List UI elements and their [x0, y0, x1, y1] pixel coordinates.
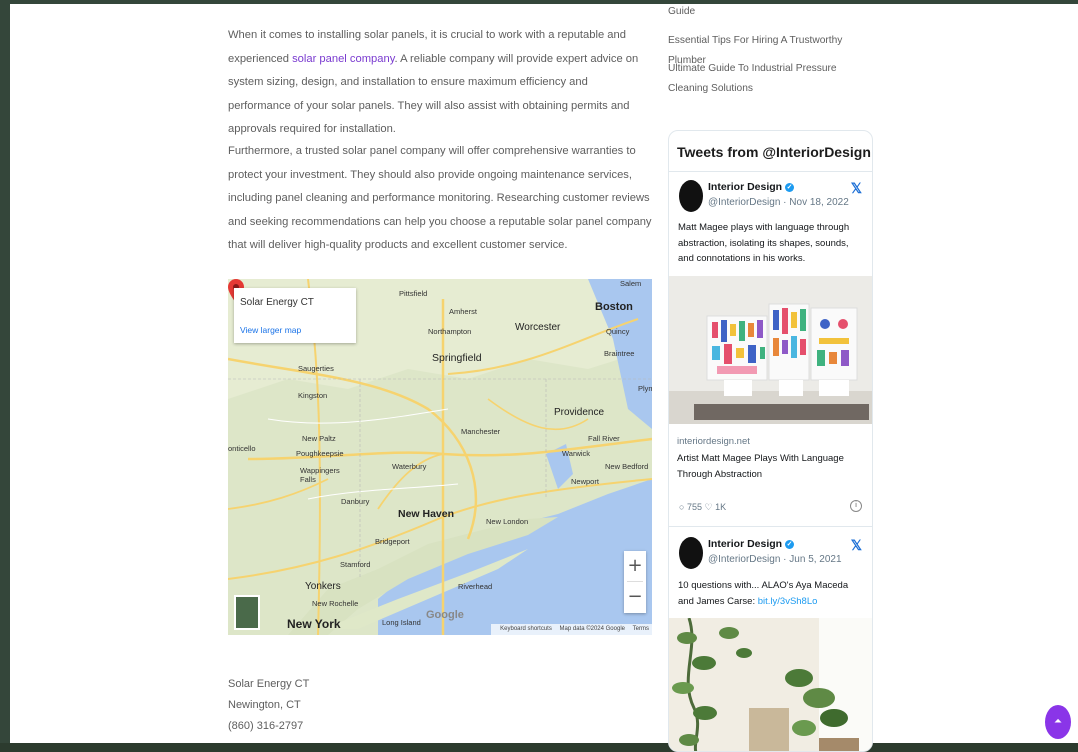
twitter-timeline-widget: Tweets from @InteriorDesign Interior Des…	[668, 130, 873, 752]
map-label-new-bedford: New Bedford	[605, 462, 649, 471]
map-label-new-rochelle: New Rochelle	[312, 599, 359, 608]
address-name: Solar Energy CT	[228, 678, 310, 690]
map-label-northampton: Northampton	[428, 327, 472, 336]
tweet-text: Matt Magee plays with language through a…	[678, 222, 850, 264]
back-to-top-button[interactable]: ⏶	[1045, 705, 1071, 739]
map-layer-thumbnail[interactable]	[234, 595, 260, 630]
map-label-onticello: onticello	[228, 444, 256, 453]
zoom-out-button[interactable]: −	[624, 582, 646, 612]
address-phone: (860) 316-2797	[228, 720, 304, 732]
page-border-left	[0, 0, 10, 743]
map-label-danbury: Danbury	[341, 497, 370, 506]
header-divider	[669, 171, 872, 172]
tweet-handle-date[interactable]: @InteriorDesign · Nov 18, 2022	[708, 197, 849, 208]
map-label-braintree: Braintree	[604, 349, 635, 358]
zoom-in-button[interactable]: +	[624, 551, 646, 581]
map-label-amherst: Amherst	[449, 307, 477, 316]
map-label-newport: Newport	[571, 477, 599, 486]
map-label-springfield: Springfield	[432, 352, 482, 364]
terms-link[interactable]: Terms	[633, 626, 649, 632]
map-label-manchester: Manchester	[461, 427, 501, 436]
map-label-quincy: Quincy	[606, 327, 630, 336]
heart-icon[interactable]: ♡	[705, 502, 713, 512]
paragraph-1: When it comes to installing solar panels…	[228, 29, 639, 135]
info-icon[interactable]: i	[850, 500, 862, 512]
map-label-salem: Salem	[620, 279, 642, 288]
page: When it comes to installing solar panels…	[10, 2, 1078, 752]
tweet-author[interactable]: Interior Design ✓	[708, 538, 795, 550]
map-label-poughkeepsie: Poughkeepsie	[296, 449, 344, 458]
map-label-providence: Providence	[554, 407, 605, 418]
map-label-warwick: Warwick	[562, 449, 591, 458]
reply-count: 755	[686, 502, 702, 512]
map-label-new-london: New London	[486, 517, 529, 526]
map-label-bridgeport: Bridgeport	[375, 537, 410, 546]
map-label-fall-river: Fall River	[588, 434, 620, 443]
map-label-stamford: Stamford	[340, 560, 371, 569]
map-place-name: Solar Energy CT	[240, 297, 314, 308]
map-zoom-controls: + −	[624, 551, 646, 613]
business-address: Solar Energy CT Newington, CT (860) 316-…	[228, 674, 309, 737]
verified-badge-icon: ✓	[785, 182, 795, 192]
interior-image	[669, 618, 872, 751]
solar-panel-company-link[interactable]: solar panel company	[292, 53, 394, 65]
tweet-divider	[669, 526, 872, 527]
recent-post-link[interactable]: Guide	[668, 2, 695, 22]
map-label-plym: Plym	[638, 384, 652, 393]
map-label-wappingers: Wappingers Falls	[300, 466, 340, 484]
recent-post-link[interactable]: Ultimate Guide To Industrial Pressure Cl…	[668, 59, 868, 99]
map-label-new-paltz: New Paltz	[302, 434, 336, 443]
embedded-map[interactable]: Pittsfield Amherst Northampton Boston Wo…	[228, 279, 652, 635]
x-logo-icon[interactable]: 𝕏	[851, 537, 862, 554]
avatar[interactable]	[679, 537, 703, 569]
map-data-text: Map data ©2024 Google	[559, 626, 625, 632]
paragraph-2: Furthermore, a trusted solar panel compa…	[228, 145, 652, 251]
map-label-boston: Boston	[595, 301, 633, 313]
tweet-text: 10 questions with... ALAO's Aya Maceda a…	[678, 580, 849, 607]
map-label-kingston: Kingston	[298, 391, 328, 400]
address-city: Newington, CT	[228, 699, 301, 711]
map-label-worcester: Worcester	[515, 322, 561, 333]
tweet-actions: ○ 755 ♡ 1K	[679, 502, 726, 513]
view-larger-map-link[interactable]: View larger map	[240, 325, 301, 335]
map-label-new-haven: New Haven	[398, 508, 455, 520]
tweet-image-interior[interactable]	[669, 618, 872, 751]
artwork-image	[669, 276, 872, 424]
map-label-riverhead: Riverhead	[458, 582, 493, 591]
map-footer: Keyboard shortcuts Map data ©2024 Google…	[491, 624, 652, 635]
google-logo: Google	[426, 609, 464, 621]
verified-badge-icon: ✓	[785, 539, 795, 549]
tweet-author[interactable]: Interior Design ✓	[708, 181, 795, 193]
link-card-title[interactable]: Artist Matt Magee Plays With Language Th…	[677, 451, 867, 483]
map-label-new-york: New York	[287, 617, 341, 631]
x-logo-icon[interactable]: 𝕏	[851, 180, 862, 197]
tweet-image-artwork[interactable]	[669, 276, 872, 424]
map-place-card: Solar Energy CT View larger map	[234, 288, 356, 343]
twitter-widget-header[interactable]: Tweets from @InteriorDesign	[677, 144, 871, 160]
map-label-saugerties: Saugerties	[298, 364, 334, 373]
map-label-waterbury: Waterbury	[392, 462, 427, 471]
like-count: 1K	[715, 502, 727, 512]
map-label-pittsfield: Pittsfield	[399, 289, 428, 298]
avatar[interactable]	[679, 180, 703, 212]
map-label-yonkers: Yonkers	[305, 581, 341, 592]
double-chevron-up-icon: ⏶	[1054, 716, 1062, 727]
keyboard-shortcuts-link[interactable]: Keyboard shortcuts	[500, 626, 552, 632]
map-label-long-island: Long Island	[382, 618, 421, 627]
tweet-short-link[interactable]: bit.ly/3vSh8Lo	[758, 596, 818, 607]
tweet-handle-date[interactable]: @InteriorDesign · Jun 5, 2021	[708, 554, 842, 565]
reply-icon[interactable]: ○	[679, 502, 684, 512]
link-card-domain[interactable]: interiordesign.net	[677, 436, 750, 447]
